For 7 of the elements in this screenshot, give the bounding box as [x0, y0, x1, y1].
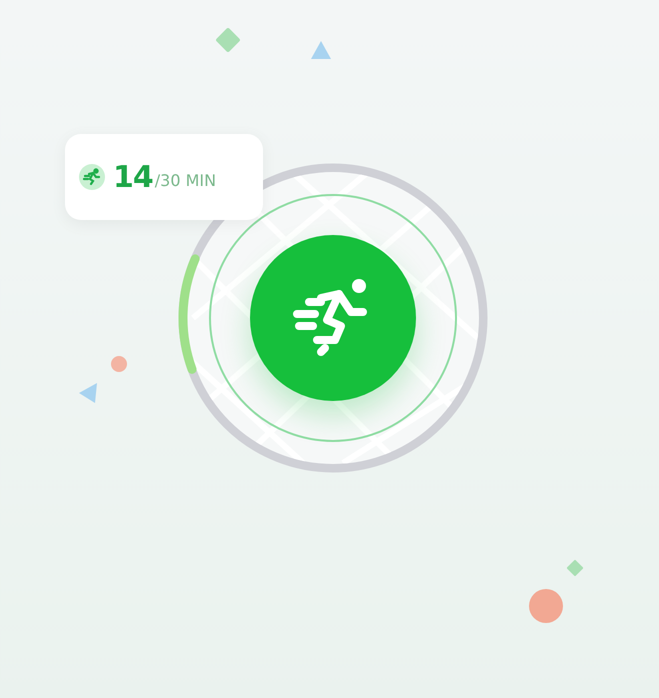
dot-icon — [110, 355, 128, 373]
runner-icon — [79, 164, 105, 190]
triangle-icon — [310, 40, 332, 60]
minutes-target: /30 MIN — [154, 170, 216, 190]
triangle-icon — [78, 382, 98, 404]
minutes-value: 14 — [113, 160, 153, 194]
dot-icon — [528, 588, 564, 624]
